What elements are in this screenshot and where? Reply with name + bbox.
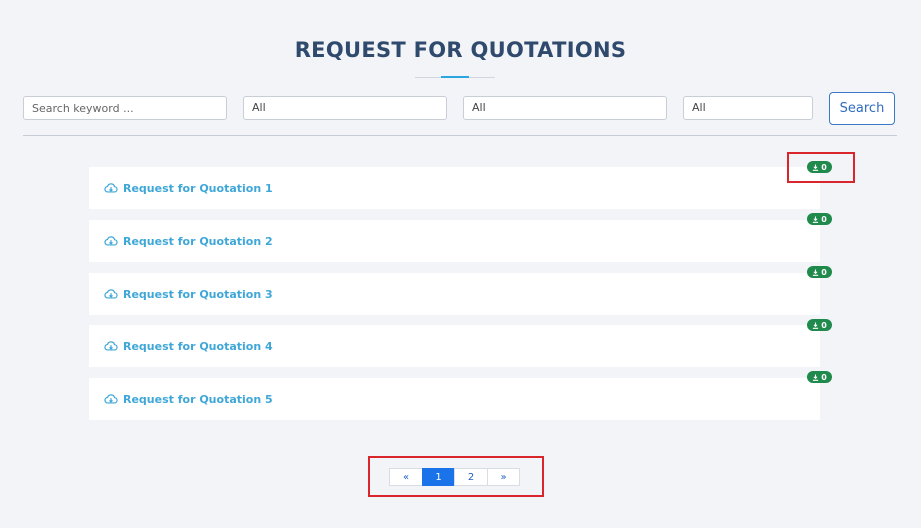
filter-divider [23,135,897,136]
download-count: 0 [821,214,827,224]
cloud-download-icon [104,236,118,246]
rfq-item-3[interactable]: Request for Quotation 3 [89,273,820,315]
download-count: 0 [821,267,827,277]
rfq-item-label[interactable]: Request for Quotation 4 [123,340,273,353]
download-count-badge: 0 [807,213,832,225]
highlight-box-badge [787,152,855,183]
rfq-item-label[interactable]: Request for Quotation 5 [123,393,273,406]
download-icon [813,373,819,381]
page-title: REQUEST FOR QUOTATIONS [294,38,627,62]
search-button[interactable]: Search [829,92,895,125]
download-icon [813,215,819,223]
highlight-box-pagination [368,456,544,497]
rfq-item-label[interactable]: Request for Quotation 3 [123,288,273,301]
rfq-item-5[interactable]: Request for Quotation 5 [89,378,820,420]
download-icon [813,321,819,329]
cloud-download-icon [104,394,118,404]
rfq-item-label[interactable]: Request for Quotation 2 [123,235,273,248]
cloud-download-icon [104,183,118,193]
cloud-download-icon [104,341,118,351]
search-input[interactable] [23,96,227,120]
download-count: 0 [821,320,827,330]
download-count-badge: 0 [807,371,832,383]
title-underline-accent [441,76,469,78]
download-count-badge: 0 [807,319,832,331]
download-count: 0 [821,372,827,382]
download-count-badge: 0 [807,266,832,278]
rfq-item-label[interactable]: Request for Quotation 1 [123,182,273,195]
rfq-item-2[interactable]: Request for Quotation 2 [89,220,820,262]
filter-select-2[interactable]: All [463,96,667,120]
rfq-item-1[interactable]: Request for Quotation 1 [89,167,820,209]
rfq-item-4[interactable]: Request for Quotation 4 [89,325,820,367]
filter-select-1[interactable]: All [243,96,447,120]
filter-select-3[interactable]: All [683,96,813,120]
download-icon [813,268,819,276]
cloud-download-icon [104,289,118,299]
